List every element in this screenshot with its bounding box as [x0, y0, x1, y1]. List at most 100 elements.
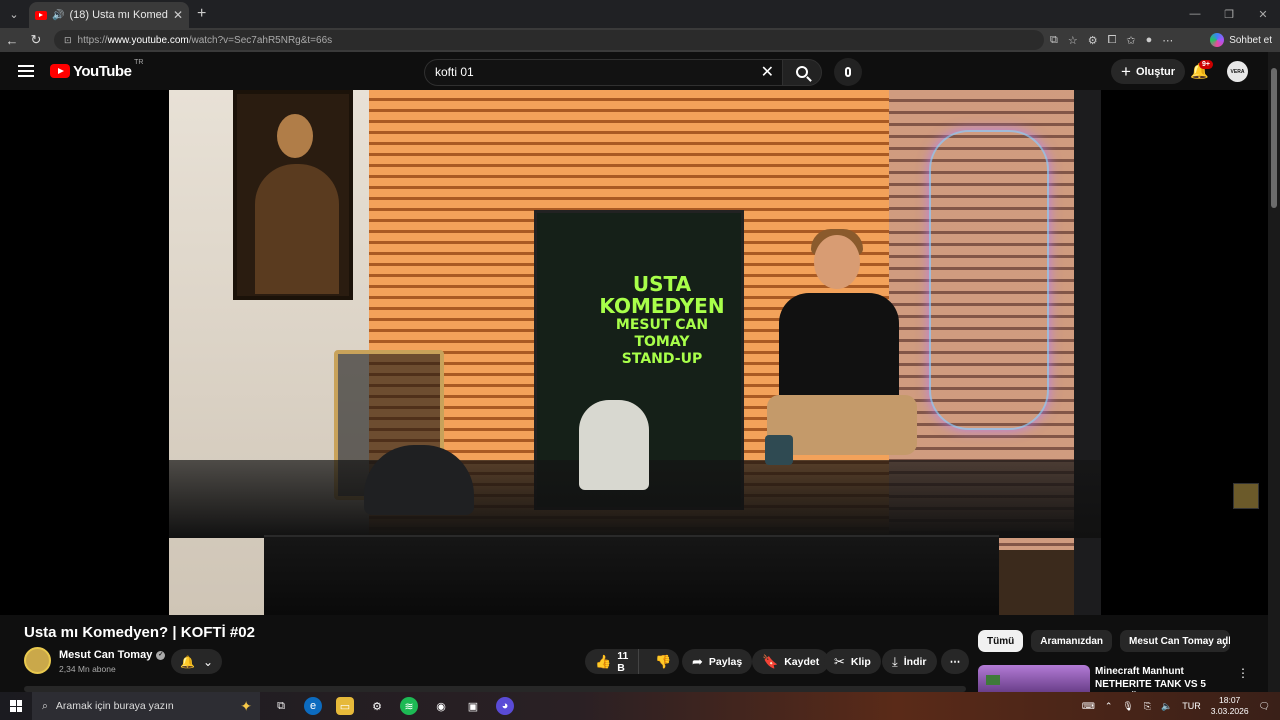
discord-icon[interactable]: ◕	[496, 697, 514, 715]
save-label: Kaydet	[784, 655, 820, 668]
copilot-chat-button[interactable]: Sohbet et	[1210, 33, 1272, 47]
more-options-icon[interactable]: ⋯	[1162, 34, 1173, 47]
video-horse-statue	[579, 400, 649, 490]
windows-taskbar: ⌕ Aramak için buraya yazın ✦ ⧉ e ▭ ⚙ ≋ ◉…	[0, 692, 1280, 720]
copilot-icon	[1210, 33, 1225, 47]
close-window-button[interactable]: ✕	[1246, 8, 1280, 21]
address-bar-row: ← ↻ ⊡ https://www.youtube.com/watch?v=Se…	[0, 28, 1280, 52]
clip-button[interactable]: ✂ Klip	[824, 649, 881, 674]
thumbs-up-icon: 👍	[595, 653, 612, 669]
create-button[interactable]: + Oluştur	[1111, 59, 1186, 84]
task-view-icon[interactable]: ⧉	[272, 697, 290, 715]
youtube-play-icon	[50, 64, 70, 78]
menu-icon[interactable]	[18, 65, 34, 77]
chevron-right-icon[interactable]: ›	[1222, 636, 1227, 652]
search-input[interactable]: kofti 01 ✕	[424, 58, 782, 86]
browser-tab-active[interactable]: 🔊 (18) Usta mı Komedyen? | KOFTİ ✕	[29, 2, 189, 28]
clear-search-icon[interactable]: ✕	[761, 62, 774, 82]
extensions-icon[interactable]: ⚙	[1088, 34, 1098, 47]
scissors-icon: ✂	[834, 653, 845, 669]
window-app-icon[interactable]: ▣	[464, 697, 482, 715]
system-tray: ⌨ ⌃ 🎙 ⎘ 🔈 TUR 18:07 3.03.2026 🗨	[1082, 692, 1280, 720]
taskbar-apps: ⧉ e ▭ ⚙ ≋ ◉ ▣ ◕	[272, 697, 514, 715]
tray-overflow-icon[interactable]: ⌃	[1105, 701, 1113, 712]
create-label: Oluştur	[1135, 65, 1176, 78]
bookmark-icon: 🔖	[762, 653, 779, 669]
app-icon[interactable]: ◉	[432, 697, 450, 715]
taskbar-search-placeholder: Aramak için buraya yazın	[55, 700, 174, 712]
clock[interactable]: 18:07 3.03.2026	[1211, 695, 1249, 717]
new-tab-button[interactable]: +	[197, 5, 206, 23]
tab-title: (18) Usta mı Komedyen? | KOFTİ	[69, 9, 168, 21]
video-mug	[765, 435, 793, 465]
video-title: Usta mı Komedyen? | KOFTİ #02	[24, 624, 255, 641]
video-player[interactable]: USTA KOMEDYEN MESUT CAN TOMAY STAND-UP	[0, 90, 1268, 615]
clock-date: 3.03.2026	[1210, 706, 1249, 716]
steam-icon[interactable]: ⚙	[368, 697, 386, 715]
subscription-bell-button[interactable]: 🔔 ⌄	[171, 649, 222, 674]
app-available-icon[interactable]: ⧉	[1050, 34, 1058, 47]
chip-all[interactable]: Tümü	[978, 630, 1024, 652]
edge-icon[interactable]: e	[304, 697, 322, 715]
scrollbar-thumb[interactable]	[1271, 68, 1277, 208]
profile-icon[interactable]: ●	[1146, 34, 1153, 46]
search-query: kofti 01	[435, 65, 474, 79]
video-neon-figure	[929, 130, 1049, 430]
volume-icon[interactable]: 🔈	[1161, 701, 1172, 712]
audio-playing-icon[interactable]: 🔊	[52, 10, 64, 21]
keyboard-icon[interactable]: ⌨	[1082, 701, 1095, 712]
download-icon: ⤓	[892, 653, 898, 669]
video-frame[interactable]: USTA KOMEDYEN MESUT CAN TOMAY STAND-UP	[169, 90, 1101, 615]
minimize-button[interactable]: —	[1178, 8, 1212, 20]
clock-time: 18:07	[1219, 695, 1241, 705]
restore-button[interactable]: ❐	[1212, 8, 1246, 21]
like-button[interactable]: 👍 11 B	[585, 649, 640, 674]
save-button[interactable]: 🔖 Kaydet	[752, 649, 830, 674]
search-button[interactable]	[782, 58, 822, 86]
clip-label: Klip	[850, 655, 871, 668]
taskbar-search[interactable]: ⌕ Aramak için buraya yazın ✦	[32, 692, 260, 720]
thumbs-down-icon: 👎	[655, 653, 672, 669]
file-explorer-icon[interactable]: ▭	[336, 697, 354, 715]
channel-name[interactable]: Mesut Can Tomay	[59, 649, 152, 661]
spotify-icon[interactable]: ≋	[400, 697, 418, 715]
language-indicator[interactable]: TUR	[1182, 701, 1201, 711]
site-info-icon[interactable]: ⊡	[64, 35, 72, 46]
url-path: /watch?v=Sec7ahR5NRg&t=66s	[188, 34, 333, 46]
channel-watermark[interactable]	[1233, 483, 1259, 509]
tab-actions-menu[interactable]: ⌄	[3, 3, 25, 25]
close-tab-icon[interactable]: ✕	[173, 8, 183, 22]
url-field[interactable]: ⊡ https://www.youtube.com/watch?v=Sec7ah…	[54, 30, 1044, 50]
chip-from-search[interactable]: Aramanızdan	[1031, 630, 1113, 652]
recommended-more-icon[interactable]: ⋮	[1237, 666, 1249, 680]
microphone-tray-icon[interactable]: 🎙	[1122, 701, 1133, 712]
channel-name-row[interactable]: Mesut Can Tomay ✓	[59, 649, 166, 661]
channel-avatar[interactable]	[24, 647, 51, 674]
reload-button[interactable]: ↻	[24, 32, 48, 48]
youtube-logo[interactable]: YouTube TR	[50, 59, 143, 80]
youtube-header: YouTube TR kofti 01 ✕ + Oluştur 🔔 9+ VER…	[0, 52, 1268, 90]
poster-line-2: KOMEDYEN	[599, 294, 725, 318]
page-scrollbar[interactable]	[1268, 52, 1280, 692]
chip-channel[interactable]: Mesut Can Tomay adlı y	[1120, 630, 1231, 652]
voice-search-button[interactable]	[834, 58, 862, 86]
dislike-button[interactable]: 👎	[645, 654, 681, 670]
favorite-star-icon[interactable]: ☆	[1068, 34, 1078, 47]
verified-icon: ✓	[156, 650, 166, 660]
notification-count-badge: 9+	[1199, 60, 1213, 69]
account-avatar[interactable]: VERA	[1227, 61, 1248, 82]
notification-center-icon[interactable]: 🗨	[1259, 701, 1270, 712]
split-screen-icon[interactable]: ⧠	[1108, 34, 1117, 47]
back-button[interactable]: ←	[0, 33, 24, 48]
recommended-thumbnail[interactable]	[978, 665, 1090, 692]
share-button[interactable]: ➦ Paylaş	[682, 649, 753, 674]
search-bar: kofti 01 ✕	[424, 58, 862, 86]
download-button[interactable]: ⤓ İndir	[882, 649, 937, 674]
more-actions-button[interactable]: ⋯	[941, 649, 969, 674]
copilot-chat-label: Sohbet et	[1229, 34, 1272, 46]
url-host: www.youtube.com	[107, 34, 189, 46]
network-icon[interactable]: ⎘	[1144, 701, 1151, 712]
start-button[interactable]	[0, 700, 32, 712]
favorites-icon[interactable]: ✩	[1126, 34, 1135, 47]
taskbar-search-icon: ⌕	[42, 699, 48, 712]
